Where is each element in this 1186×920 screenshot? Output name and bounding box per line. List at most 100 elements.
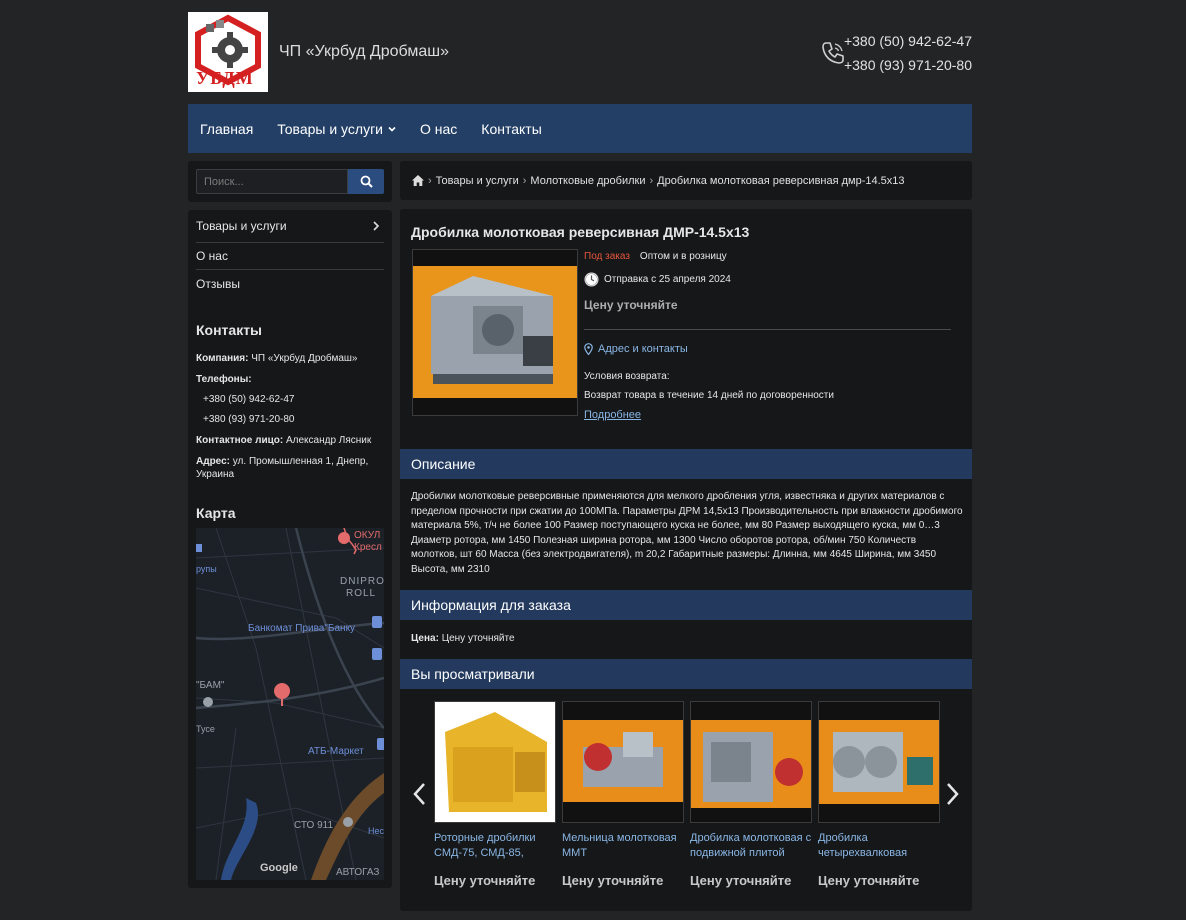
viewed-card-name: Мельница молотковая ММТ	[562, 832, 677, 859]
sidebar-phone-1[interactable]: +380 (50) 942-62-47	[196, 393, 384, 406]
map-label-8: СТО 911	[294, 820, 334, 831]
header-phones: +380 (50) 942-62-47 +380 (93) 971-20-80	[844, 29, 972, 77]
viewed-card[interactable]: Мельница молотковая ММТ Цену уточняйте	[562, 701, 684, 888]
order-price-value: Цену уточняйте	[441, 633, 515, 644]
logo-text: УБДМ	[196, 68, 254, 88]
return-text: Возврат товара в течение 14 дней по дого…	[584, 390, 834, 401]
viewed-card-price: Цену уточняйте	[690, 873, 792, 888]
sidebar-item-reviews[interactable]: Отзывы	[196, 270, 384, 297]
map-label-1: ОКУЛ	[354, 530, 381, 541]
availability-status: Под заказ	[584, 251, 630, 262]
viewed-carousel: Роторные дробилки СМД-75, СМД-85, Цену у…	[400, 699, 972, 899]
sidebar-item-about[interactable]: О нас	[196, 243, 384, 270]
viewed-card-price: Цену уточняйте	[818, 873, 920, 888]
order-price-label: Цена:	[411, 633, 439, 644]
person-label: Контактное лицо:	[196, 435, 284, 446]
breadcrumb-item-products[interactable]: Товары и услуги	[436, 175, 519, 187]
price-note: Цену уточняйте	[584, 298, 678, 312]
nav-label: Главная	[200, 120, 254, 137]
nav-label: Товары и услуги	[277, 120, 383, 137]
map-label-7: АТБ-Маркет	[308, 746, 364, 757]
sidebar-menu: Товары и услуги О нас Отзывы	[188, 210, 392, 297]
phone-icon	[822, 42, 844, 64]
nav-item-contacts[interactable]: Контакты	[481, 121, 541, 137]
address-label: Адрес:	[196, 456, 230, 467]
map-label-3: DNIPRO	[340, 576, 384, 587]
shipping-date: Отправка с 25 апреля 2024	[604, 274, 731, 285]
chevron-left-icon	[413, 783, 425, 805]
order-info: Цена: Цену уточняйте	[411, 633, 515, 644]
home-icon[interactable]	[412, 175, 424, 186]
header-phone-1[interactable]: +380 (50) 942-62-47	[844, 29, 972, 53]
breadcrumb: › Товары и услуги › Молотковые дробилки …	[400, 161, 972, 200]
order-info-heading: Информация для заказа	[400, 590, 972, 620]
map-label-10: рупы	[196, 564, 217, 574]
sidebar: Товары и услуги О нас Отзывы Контакты Ко…	[188, 210, 392, 888]
search-icon	[360, 175, 373, 188]
viewed-thumb	[562, 701, 684, 823]
map-label-2: Кресл	[354, 542, 382, 553]
location-pin-icon	[584, 343, 593, 355]
chevron-right-icon	[373, 221, 380, 231]
viewed-thumb	[434, 701, 556, 823]
description-text: Дробилки молотковые реверсивные применяю…	[411, 491, 963, 575]
sidebar-item-label: Товары и услуги	[196, 219, 287, 233]
map-label-6: "БАМ"	[196, 680, 225, 691]
carousel-next-button[interactable]	[944, 781, 962, 807]
address-link-label: Адрес и контакты	[598, 343, 688, 355]
viewed-card[interactable]: Дробилка четырехвалковая Цену уточняйте	[818, 701, 940, 888]
viewed-card-name: Дробилка четырехвалковая	[818, 832, 908, 859]
breadcrumb-separator: ›	[428, 174, 432, 187]
map-label-4: ROLL	[346, 588, 377, 599]
sidebar-item-label: Отзывы	[196, 276, 240, 291]
map-label-11: Тусе	[196, 724, 215, 734]
viewed-card[interactable]: Дробилка молотковая с подвижной плитой Ц…	[690, 701, 812, 888]
company-value: ЧП «Укрбуд Дробмаш»	[251, 353, 358, 364]
chevron-down-icon	[388, 126, 396, 132]
contacts-block: Компания: ЧП «Укрбуд Дробмаш» Телефоны: …	[188, 352, 392, 481]
header-phone-2[interactable]: +380 (93) 971-20-80	[844, 53, 972, 77]
company-label: Компания:	[196, 353, 249, 364]
viewed-thumb	[690, 701, 812, 823]
nav-label: О нас	[420, 120, 458, 137]
clock-icon	[584, 272, 599, 287]
nav-item-about[interactable]: О нас	[420, 121, 457, 137]
viewed-card-name: Дробилка молотковая с подвижной плитой	[690, 832, 812, 859]
breadcrumb-item-category[interactable]: Молотковые дробилки	[530, 175, 645, 187]
product-image[interactable]	[412, 249, 578, 416]
page: УБДМ ЧП «Укрбуд Дробмаш» +380 (50) 942-6…	[188, 0, 972, 911]
search-input[interactable]	[196, 169, 348, 194]
nav-label: Контакты	[481, 120, 542, 137]
sidebar-item-products[interactable]: Товары и услуги	[196, 210, 384, 243]
map-label-5: Банкомат Прива"Банку	[248, 623, 356, 634]
site-logo[interactable]: УБДМ	[188, 12, 268, 92]
return-title: Условия возврата:	[584, 371, 670, 382]
sidebar-search	[188, 161, 392, 202]
contacts-heading: Контакты	[196, 322, 263, 338]
product-info: Под заказ Оптом и в розницу Отправка с 2…	[584, 249, 952, 421]
site-name[interactable]: ЧП «Укрбуд Дробмаш»	[279, 43, 449, 61]
divider	[584, 329, 951, 330]
nav-item-products[interactable]: Товары и услуги	[277, 121, 396, 137]
sidebar-item-label: О нас	[196, 249, 228, 263]
viewed-card[interactable]: Роторные дробилки СМД-75, СМД-85, Цену у…	[434, 701, 556, 888]
phones-label: Телефоны:	[196, 374, 252, 385]
viewed-card-name: Роторные дробилки СМД-75, СМД-85,	[434, 832, 536, 859]
map-heading: Карта	[196, 505, 236, 521]
description-heading: Описание	[400, 449, 972, 479]
nav-item-home[interactable]: Главная	[200, 121, 253, 137]
breadcrumb-item-current: Дробилка молотковая реверсивная дмр-14.5…	[657, 174, 905, 187]
sidebar-phone-2[interactable]: +380 (93) 971-20-80	[196, 413, 384, 426]
map[interactable]: ОКУЛ Кресл DNIPRO ROLL Банкомат Прива"Ба…	[196, 528, 384, 880]
product-panel: Дробилка молотковая реверсивная ДМР-14.5…	[400, 209, 972, 911]
viewed-card-price: Цену уточняйте	[434, 873, 536, 888]
map-label-9: АВТОГАЗ	[336, 867, 380, 878]
breadcrumb-separator: ›	[522, 174, 527, 187]
carousel-prev-button[interactable]	[410, 781, 428, 807]
chevron-right-icon	[947, 783, 959, 805]
address-contacts-link[interactable]: Адрес и контакты	[584, 343, 952, 355]
more-details-link[interactable]: Подробнее	[584, 409, 641, 421]
viewed-card-price: Цену уточняйте	[562, 873, 664, 888]
viewed-thumb	[818, 701, 940, 823]
search-button[interactable]	[348, 169, 384, 194]
